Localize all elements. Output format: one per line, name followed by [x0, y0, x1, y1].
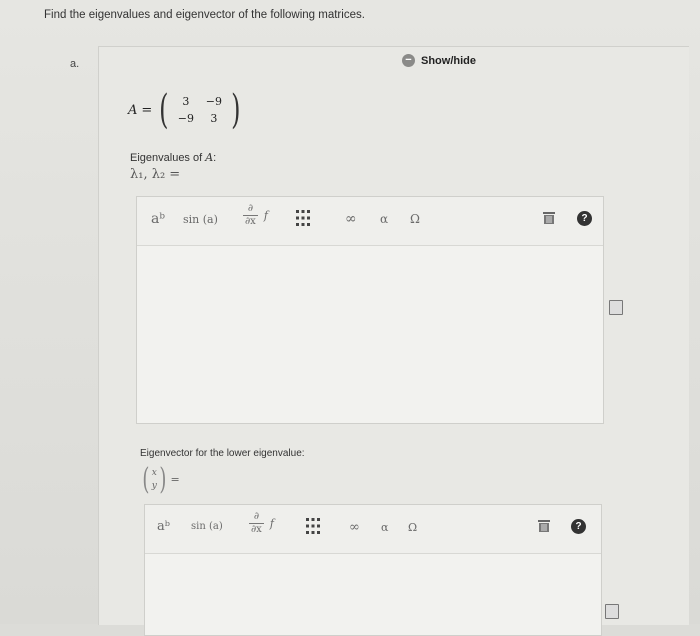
editor-toolbar: aᵇ sin (a) ∂ ∂x f ∞ α Ω ? — [145, 505, 601, 551]
alpha-button[interactable]: α — [380, 212, 388, 226]
matrix-cell: 3 — [210, 112, 218, 125]
derivative-num: ∂ — [253, 511, 259, 522]
eigenvalues-label-colon: : — [213, 152, 217, 164]
matrix-symbol: A — [128, 102, 138, 118]
help-icon[interactable]: ? — [571, 519, 586, 534]
eigenvalues-label: Eigenvalues of A: — [130, 151, 216, 164]
matrix-cell: 3 — [182, 95, 190, 108]
eigenvalue-input[interactable] — [137, 245, 603, 423]
derivative-num: ∂ — [247, 203, 253, 214]
document-icon[interactable] — [605, 604, 619, 619]
vec-equals: = — [170, 473, 180, 486]
vec-x: x — [151, 467, 157, 478]
vec-y: y — [151, 480, 157, 491]
power-button[interactable]: aᵇ — [151, 211, 165, 227]
derivative-den: ∂x — [249, 523, 264, 535]
vec-right-paren: ) — [159, 462, 167, 497]
editor-toolbar: aᵇ sin (a) ∂ ∂x f ∞ α Ω ? — [137, 197, 603, 243]
derivative-fraction: ∂ ∂x — [243, 203, 258, 228]
alpha-button[interactable]: α — [381, 521, 388, 534]
eigenvector-input[interactable] — [145, 553, 601, 635]
sin-button[interactable]: sin (a) — [183, 213, 218, 226]
derivative-button[interactable]: ∂ ∂x f — [243, 203, 268, 228]
power-button[interactable]: aᵇ — [157, 519, 170, 534]
derivative-fraction: ∂ ∂x — [249, 511, 264, 536]
omega-button[interactable]: Ω — [410, 212, 420, 226]
matrix-grid-icon[interactable] — [305, 517, 321, 535]
matrix-equation: A = ( 3 −9 −9 3 ) — [128, 90, 244, 130]
help-icon[interactable]: ? — [577, 211, 592, 226]
matrix-cell: −9 — [177, 112, 195, 125]
lambda-label: λ₁, λ₂ = — [130, 167, 181, 182]
eigenvalue-editor: aᵇ sin (a) ∂ ∂x f ∞ α Ω ? — [136, 196, 604, 424]
eigenvector-equation: ( x y ) = — [140, 462, 180, 497]
derivative-button[interactable]: ∂ ∂x f — [249, 511, 274, 536]
eigenvalues-label-text: Eigenvalues of — [130, 152, 206, 164]
vec-left-paren: ( — [142, 462, 150, 497]
eigenvalues-label-var: A — [205, 151, 214, 164]
document-icon[interactable] — [609, 300, 623, 315]
omega-button[interactable]: Ω — [408, 521, 417, 534]
derivative-f: f — [263, 209, 268, 222]
infinity-button[interactable]: ∞ — [345, 211, 357, 227]
derivative-den: ∂x — [243, 215, 258, 227]
left-paren: ( — [159, 87, 169, 133]
eigenvector-label: Eigenvector for the lower eigenvalue: — [140, 448, 305, 459]
sin-button[interactable]: sin (a) — [191, 521, 223, 532]
vec-grid: x y — [152, 467, 157, 493]
right-paren: ) — [231, 87, 241, 133]
page: Find the eigenvalues and eigenvector of … — [0, 0, 700, 636]
trash-icon[interactable] — [542, 211, 556, 225]
question-text: Find the eigenvalues and eigenvector of … — [44, 9, 365, 21]
matrix-equals: = — [141, 102, 153, 118]
infinity-button[interactable]: ∞ — [349, 520, 360, 535]
derivative-f: f — [269, 517, 274, 530]
minus-circle-icon: − — [402, 54, 415, 67]
matrix-cell: −9 — [205, 95, 223, 108]
showhide-label: Show/hide — [421, 54, 476, 67]
eigenvector-editor: aᵇ sin (a) ∂ ∂x f ∞ α Ω ? — [144, 504, 602, 636]
matrix-grid: 3 −9 −9 3 — [172, 95, 228, 125]
showhide-button[interactable]: − Show/hide — [402, 54, 476, 67]
part-label: a. — [70, 58, 80, 70]
trash-icon[interactable] — [537, 519, 551, 533]
matrix-grid-icon[interactable] — [295, 209, 311, 227]
